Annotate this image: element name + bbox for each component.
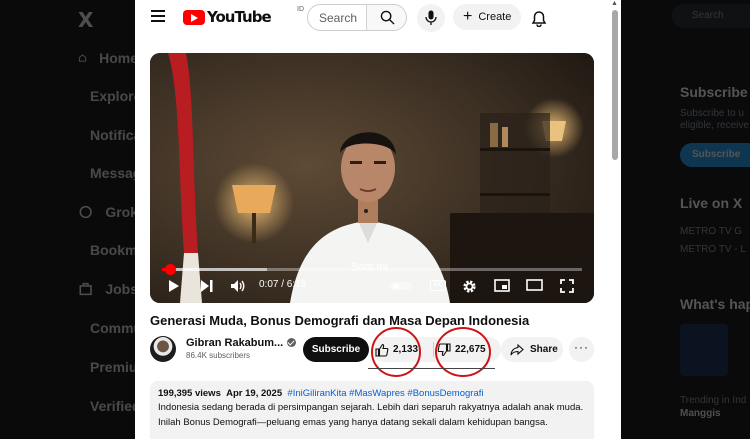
description-box[interactable]: 199,395 views Apr 19, 2025 #IniGiliranKi… (150, 381, 594, 439)
menu-icon[interactable] (151, 10, 165, 22)
verified-badge-icon (287, 338, 297, 347)
hashtags[interactable]: #IniGiliranKita #MasWapres #BonusDemogra… (287, 388, 483, 399)
skip-next-icon (201, 280, 213, 292)
more-actions-button[interactable]: ··· (569, 337, 594, 362)
screen: X Home Explore Notifications Messages Gr… (0, 0, 750, 439)
youtube-page: YouTube ID Search + Create ▲ Saat ini 0:… (135, 0, 621, 439)
channel-avatar[interactable] (150, 336, 176, 362)
x-nav-communities[interactable]: Communities (78, 318, 179, 338)
subscriber-count: 86.4K subscribers (186, 351, 251, 360)
x-happening-heading: What's hap (680, 296, 750, 312)
description-line-2: Inilah Bonus Demografi—peluang emas yang… (158, 417, 548, 428)
x-nav-verified[interactable]: Verified (78, 396, 141, 416)
x-nav-bookmarks[interactable]: Bookmarks (78, 240, 166, 260)
next-button[interactable] (200, 279, 214, 293)
x-subscribe-button[interactable]: Subscribe (680, 143, 750, 167)
channel-name[interactable]: Gibran Rakabum... (186, 337, 283, 349)
voice-search-button[interactable] (417, 4, 445, 32)
x-nav-explore[interactable]: Explore (78, 86, 142, 106)
x-subscribe-text-1: Subscribe to u (680, 108, 744, 119)
notifications-bell-icon[interactable] (531, 9, 547, 27)
x-subscribe-text-2: eligible, receive (680, 120, 749, 131)
x-nav-grok[interactable]: Grok (78, 202, 138, 222)
play-button[interactable] (168, 279, 180, 293)
view-count: 199,395 views (158, 388, 221, 399)
play-icon (169, 280, 179, 292)
x-live-heading: Live on X (680, 195, 743, 211)
x-nav-notifications[interactable]: Notifications (78, 125, 175, 145)
annotation-circle-likes (371, 327, 421, 377)
x-nav-label: Home (99, 50, 138, 66)
volume-icon (231, 280, 245, 292)
search-box[interactable]: Search (307, 4, 407, 31)
x-nav-label: Explore (90, 88, 142, 104)
x-nav-messages[interactable]: Messages (78, 163, 157, 183)
x-logo[interactable]: X (78, 8, 93, 32)
x-trend-name[interactable]: Manggis (680, 408, 721, 420)
description-line-1: Indonesia sedang berada di persimpangan … (158, 402, 584, 413)
share-button[interactable]: Share (501, 337, 563, 362)
description-meta: 199,395 views Apr 19, 2025 #IniGiliranKi… (158, 388, 586, 399)
x-trend-thumbnail[interactable] (680, 324, 728, 376)
volume-button[interactable] (230, 279, 246, 293)
x-right-column: Search Subscribe Subscribe to u eligible… (620, 0, 750, 439)
x-nav-label: Jobs (105, 281, 138, 297)
upload-date: Apr 19, 2025 (226, 388, 283, 399)
theater-mode-icon (526, 279, 543, 291)
scrubber-handle[interactable] (164, 264, 176, 275)
x-nav-home[interactable]: Home (78, 48, 138, 68)
youtube-wordmark: YouTube (207, 8, 272, 26)
scroll-up-arrow-icon[interactable]: ▲ (611, 0, 618, 7)
page-scrollbar[interactable] (612, 10, 618, 160)
buffered-bar (162, 268, 267, 271)
youtube-logo[interactable]: YouTube ID (183, 6, 304, 26)
annotation-circle-dislikes (435, 327, 491, 377)
x-nav-label: Grok (105, 204, 138, 220)
fullscreen-button[interactable] (560, 279, 574, 293)
progress-tooltip: Saat ini (351, 261, 388, 273)
x-nav-jobs[interactable]: Jobs (78, 279, 138, 299)
fullscreen-icon (560, 279, 574, 293)
briefcase-icon (79, 282, 92, 296)
x-search-input[interactable]: Search (672, 4, 750, 28)
search-input[interactable]: Search (319, 11, 357, 25)
settings-button[interactable] (462, 279, 477, 294)
gear-icon (463, 280, 476, 293)
x-nav-label: Verified (90, 398, 141, 414)
home-icon (78, 54, 87, 62)
search-button[interactable] (366, 5, 406, 30)
microphone-icon (425, 10, 437, 25)
x-live-line-2[interactable]: METRO TV - L (680, 244, 746, 256)
plus-icon: + (463, 8, 473, 25)
autoplay-toggle[interactable] (390, 282, 412, 290)
x-trend-category: Trending in Ind (680, 395, 747, 406)
search-icon (380, 10, 395, 25)
video-player[interactable]: Saat ini 0:07 / 6:19 CC (150, 53, 594, 303)
time-display: 0:07 / 6:19 (259, 279, 307, 290)
x-nav-premium[interactable]: Premium (78, 357, 150, 377)
miniplayer-button[interactable] (494, 279, 510, 292)
miniplayer-icon (494, 279, 510, 292)
progress-bar[interactable] (162, 264, 582, 275)
subtitles-button[interactable]: CC (430, 280, 446, 291)
share-arrow-icon (510, 343, 524, 355)
x-live-line-1[interactable]: METRO TV G (680, 226, 742, 238)
youtube-masthead: YouTube ID Search + Create ▲ (135, 0, 621, 36)
like-divider (433, 342, 434, 357)
x-subscribe-heading: Subscribe (680, 84, 748, 100)
annotation-underline (368, 368, 495, 369)
grok-icon (79, 205, 92, 219)
x-sidebar: X Home Explore Notifications Messages Gr… (0, 0, 179, 439)
create-button[interactable]: + Create (453, 4, 521, 30)
country-code: ID (297, 6, 304, 13)
share-label: Share (530, 344, 558, 355)
create-label: Create (478, 11, 512, 23)
youtube-play-logo-icon (183, 9, 205, 25)
video-title: Generasi Muda, Bonus Demografi dan Masa … (150, 313, 530, 328)
theater-mode-button[interactable] (526, 279, 543, 291)
subscribe-button[interactable]: Subscribe (303, 337, 369, 362)
channel-name-row[interactable]: Gibran Rakabum... (186, 337, 297, 349)
